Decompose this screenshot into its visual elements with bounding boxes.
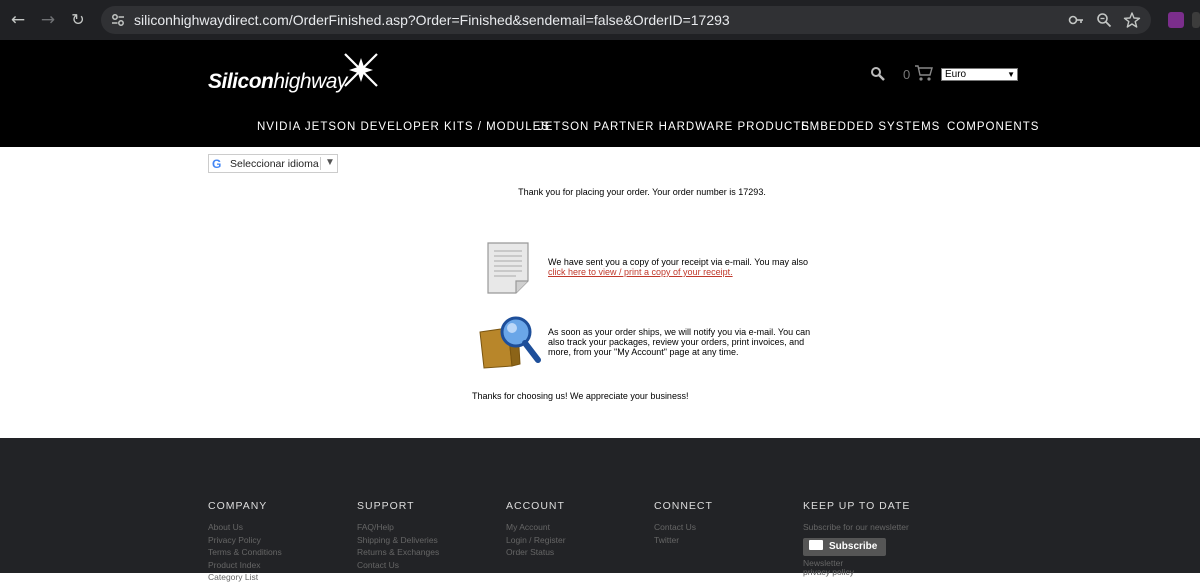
logo-text: Siliconhighway [208,70,347,93]
cart-count[interactable]: 0 [903,67,910,82]
nav-item-embedded-systems[interactable]: EMBEDDED SYSTEMS [801,121,940,133]
footer-link-login[interactable]: Login / Register [506,534,566,547]
tracking-message: As soon as your order ships, we will not… [548,327,811,357]
footer-link-terms[interactable]: Terms & Conditions [208,546,282,559]
footer-link-product-index[interactable]: Product Index [208,559,282,572]
footer-link-about-us[interactable]: About Us [208,521,282,534]
logo-star-icon [344,53,378,87]
footer-heading: CONNECT [654,500,713,512]
footer-heading: ACCOUNT [506,500,565,512]
footer-link-order-status[interactable]: Order Status [506,546,566,559]
bookmark-star-icon[interactable] [1123,11,1141,29]
zoom-icon[interactable] [1095,11,1113,29]
search-icon[interactable] [870,66,886,82]
newsletter-subtitle: Subscribe for our newsletter [803,522,909,532]
order-thanks-message: Thank you for placing your order. Your o… [518,187,766,197]
footer-newsletter-column: KEEP UP TO DATE Subscribe for our newsle… [803,500,910,577]
language-selector-label: Seleccionar idioma [230,158,319,170]
footer-link-privacy-policy[interactable]: Privacy Policy [208,534,282,547]
footer-link-contact-us[interactable]: Contact Us [357,559,439,572]
forward-icon[interactable]: → [36,8,60,32]
receipt-document-icon [487,242,529,294]
extension-icon[interactable] [1168,12,1184,28]
site-footer: COMPANY About Us Privacy Policy Terms & … [0,438,1200,582]
password-key-icon[interactable] [1067,11,1085,29]
cart-icon[interactable] [914,64,934,82]
footer-link-shipping[interactable]: Shipping & Deliveries [357,534,439,547]
subscribe-button[interactable]: Subscribe [803,537,886,556]
footer-link-twitter[interactable]: Twitter [654,534,713,547]
nav-item-components[interactable]: COMPONENTS [947,121,1039,133]
chevron-down-icon: ▼ [1007,70,1015,79]
chevron-down-icon: ▼ [320,157,335,170]
footer-link-returns[interactable]: Returns & Exchanges [357,546,439,559]
address-bar[interactable]: siliconhighwaydirect.com/OrderFinished.a… [101,6,1151,34]
currency-select[interactable]: Euro ▼ [941,68,1018,81]
footer-heading: KEEP UP TO DATE [803,500,911,512]
reload-icon[interactable]: ↻ [66,8,90,32]
footer-support-column: SUPPORT FAQ/Help Shipping & Deliveries R… [357,500,439,571]
nav-item-partner-hardware[interactable]: JETSON PARTNER HARDWARE PRODUCTS [538,121,810,133]
receipt-message: We have sent you a copy of your receipt … [548,257,808,277]
browser-toolbar: ← → ↻ siliconhighwaydirect.com/OrderFini… [0,0,1200,40]
language-selector[interactable]: G Seleccionar idioma ▼ [208,154,338,173]
footer-link-my-account[interactable]: My Account [506,521,566,534]
footer-link-newsletter-privacy[interactable]: privacy policy [803,567,910,577]
nav-item-jetson-kits[interactable]: NVIDIA JETSON DEVELOPER KITS / MODULES [257,121,550,133]
site-info-icon[interactable] [109,11,127,29]
extension-icon[interactable] [1192,12,1200,28]
package-search-icon [479,316,541,369]
site-logo[interactable]: Siliconhighway [208,53,378,100]
view-receipt-link[interactable]: click here to view / print a copy of you… [548,267,733,277]
site-header: Siliconhighway 0 Euro ▼ NVIDIA JETSON DE… [0,40,1200,147]
footer-connect-column: CONNECT Contact Us Twitter [654,500,713,546]
footer-account-column: ACCOUNT My Account Login / Register Orde… [506,500,566,559]
back-icon[interactable]: ← [6,8,30,32]
footer-heading: SUPPORT [357,500,415,512]
google-icon: G [212,157,222,171]
appreciation-message: Thanks for choosing us! We appreciate yo… [472,391,689,401]
footer-company-column: COMPANY About Us Privacy Policy Terms & … [208,500,282,584]
footer-link-faq[interactable]: FAQ/Help [357,521,439,534]
envelope-icon [809,539,823,550]
footer-link-contact-us[interactable]: Contact Us [654,521,713,534]
currency-value: Euro [945,69,967,80]
footer-heading: COMPANY [208,500,268,512]
url-text[interactable]: siliconhighwaydirect.com/OrderFinished.a… [134,12,730,28]
